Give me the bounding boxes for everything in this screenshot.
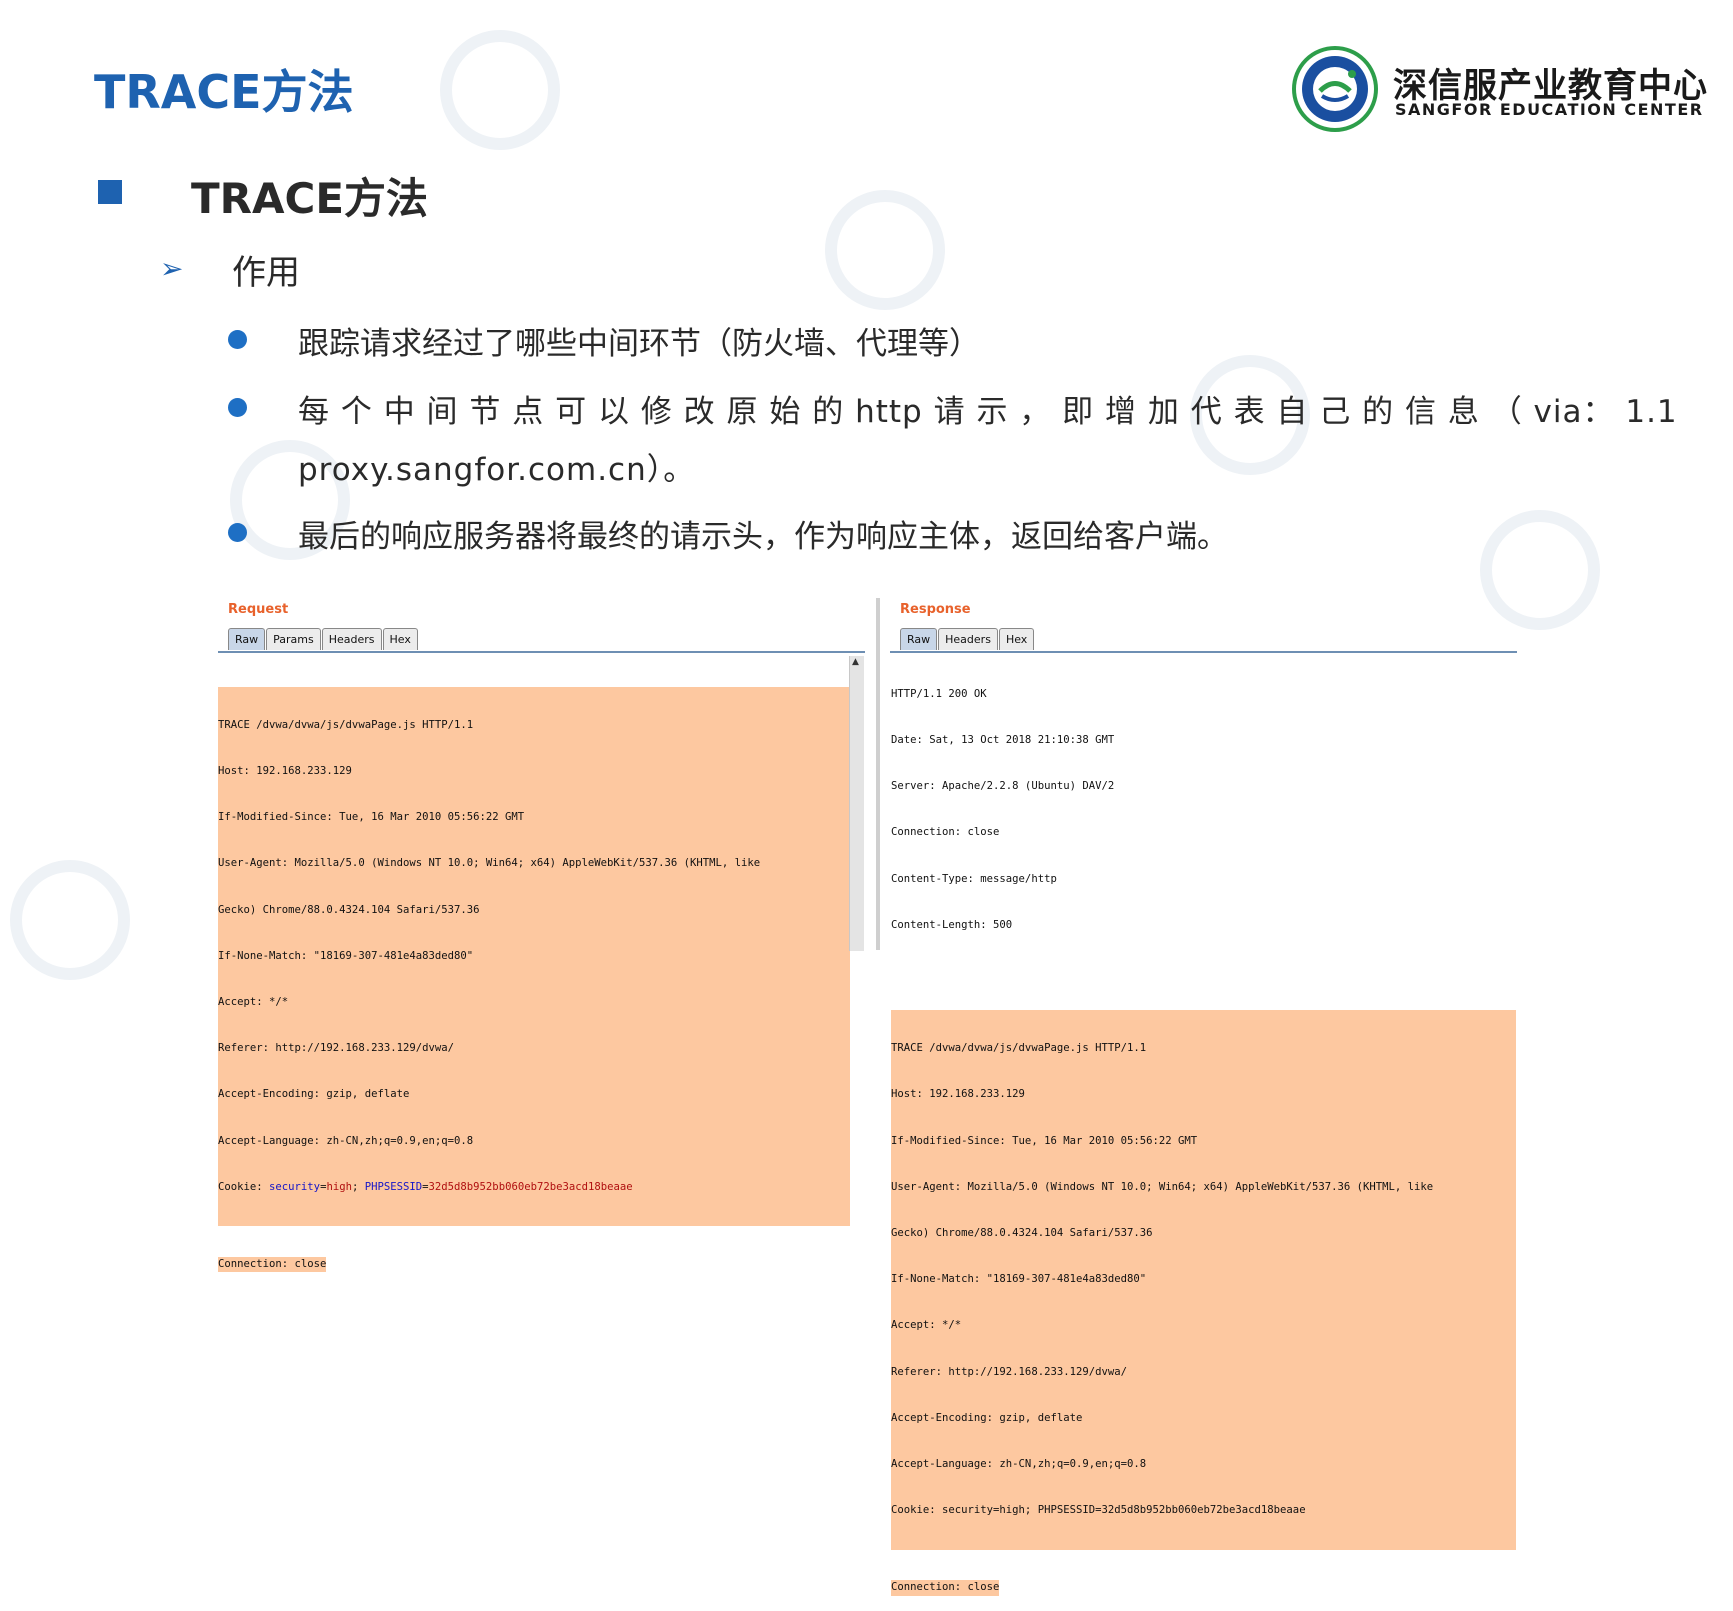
tab-hex[interactable]: Hex <box>998 628 1035 650</box>
sub-heading: 作用 <box>232 253 300 293</box>
code-line: Referer: http://192.168.233.129/dvwa/ <box>891 1365 1127 1378</box>
sangfor-logo <box>1292 46 1378 132</box>
cookie-key: security <box>269 1180 321 1193</box>
code-line: Accept: */* <box>218 995 289 1008</box>
code-line: User-Agent: Mozilla/5.0 (Windows NT 10.0… <box>891 1180 1434 1193</box>
code-line: If-None-Match: "18169-307-481e4a83ded80" <box>218 949 474 962</box>
watermark-logo <box>1480 510 1600 630</box>
code-line: Content-Length: 500 <box>891 918 1013 931</box>
code-line: Cookie: security=high; PHPSESSID=32d5d8b… <box>891 1504 1306 1517</box>
cookie-value: high <box>326 1180 352 1193</box>
code-line: Content-Type: message/http <box>891 872 1057 885</box>
code-line: Referer: http://192.168.233.129/dvwa/ <box>218 1042 454 1055</box>
bullet-text: 跟踪请求经过了哪些中间环节（防火墙、代理等） <box>298 326 980 362</box>
response-title: Response <box>900 602 971 617</box>
code-line: If-Modified-Since: Tue, 16 Mar 2010 05:5… <box>218 811 525 824</box>
bullet-text: 每 个 中 间 节 点 可 以 修 改 原 始 的 http 请 示 ， 即 增… <box>298 394 1678 430</box>
code-line: Accept-Encoding: gzip, deflate <box>218 1088 410 1101</box>
code-line: Connection: close <box>218 1256 327 1273</box>
code-line: Accept-Language: zh-CN,zh;q=0.9,en;q=0.8 <box>891 1458 1147 1471</box>
square-bullet-icon <box>98 180 122 204</box>
watermark-logo <box>440 30 560 150</box>
bullet-text: 最后的响应服务器将最终的请示头，作为响应主体，返回给客户端。 <box>298 519 1228 555</box>
cookie-label: Cookie: <box>218 1180 270 1193</box>
request-scrollbar[interactable] <box>849 656 864 951</box>
response-tabs: Raw Headers Hex <box>900 628 1035 650</box>
code-line: Date: Sat, 13 Oct 2018 21:10:38 GMT <box>891 734 1115 747</box>
section-heading: TRACE方法 <box>191 174 429 223</box>
dot-bullet-icon <box>228 398 247 417</box>
code-line: Accept: */* <box>891 1319 962 1332</box>
code-line: User-Agent: Mozilla/5.0 (Windows NT 10.0… <box>218 857 761 870</box>
tab-headers[interactable]: Headers <box>938 628 998 650</box>
tab-params[interactable]: Params <box>266 628 321 650</box>
code-line: Gecko) Chrome/88.0.4324.104 Safari/537.3… <box>218 903 480 916</box>
tab-underline <box>218 651 865 653</box>
request-tabs: Raw Params Headers Hex <box>228 628 419 650</box>
code-line: Accept-Encoding: gzip, deflate <box>891 1411 1083 1424</box>
logo-text-en: SANGFOR EDUCATION CENTER <box>1395 100 1704 119</box>
scroll-up-icon[interactable]: ▲ <box>852 657 859 667</box>
tab-underline <box>890 651 1517 653</box>
code-line: Connection: close <box>891 826 1000 839</box>
code-line: Gecko) Chrome/88.0.4324.104 Safari/537.3… <box>891 1227 1153 1240</box>
code-line: HTTP/1.1 200 OK <box>891 687 987 700</box>
code-line: If-None-Match: "18169-307-481e4a83ded80" <box>891 1273 1147 1286</box>
bullet-text-continued: proxy.sangfor.com.cn）。 <box>298 452 696 488</box>
code-line: Host: 192.168.233.129 <box>891 1088 1025 1101</box>
tab-raw[interactable]: Raw <box>900 628 938 650</box>
code-line-cookie: Cookie: security=high; PHPSESSID=32d5d8b… <box>218 1180 633 1193</box>
response-editor[interactable]: HTTP/1.1 200 OK Date: Sat, 13 Oct 2018 2… <box>891 656 1516 1611</box>
request-editor[interactable]: TRACE /dvwa/dvwa/js/dvwaPage.js HTTP/1.1… <box>218 656 850 1288</box>
tab-headers[interactable]: Headers <box>321 628 382 650</box>
code-line: Server: Apache/2.2.8 (Ubuntu) DAV/2 <box>891 780 1115 793</box>
code-line: Host: 192.168.233.129 <box>218 764 352 777</box>
code-line: TRACE /dvwa/dvwa/js/dvwaPage.js HTTP/1.1 <box>218 718 474 731</box>
page-title: TRACE方法 <box>94 65 354 119</box>
code-line: If-Modified-Since: Tue, 16 Mar 2010 05:5… <box>891 1134 1198 1147</box>
cookie-key: PHPSESSID <box>364 1180 423 1193</box>
watermark-logo <box>825 190 945 310</box>
code-line: TRACE /dvwa/dvwa/js/dvwaPage.js HTTP/1.1 <box>891 1042 1147 1055</box>
tab-raw[interactable]: Raw <box>228 628 266 650</box>
panel-divider <box>876 598 880 950</box>
arrow-bullet-icon: ➢ <box>160 252 184 285</box>
dot-bullet-icon <box>228 523 247 542</box>
request-title: Request <box>228 602 289 617</box>
cookie-value: 32d5d8b952bb060eb72be3acd18beaae <box>428 1180 633 1193</box>
cookie-separator: ; <box>351 1180 365 1193</box>
code-line: Connection: close <box>891 1580 1000 1596</box>
code-line: Accept-Language: zh-CN,zh;q=0.9,en;q=0.8 <box>218 1134 474 1147</box>
tab-hex[interactable]: Hex <box>382 628 418 650</box>
watermark-logo <box>10 860 130 980</box>
dot-bullet-icon <box>228 330 247 349</box>
